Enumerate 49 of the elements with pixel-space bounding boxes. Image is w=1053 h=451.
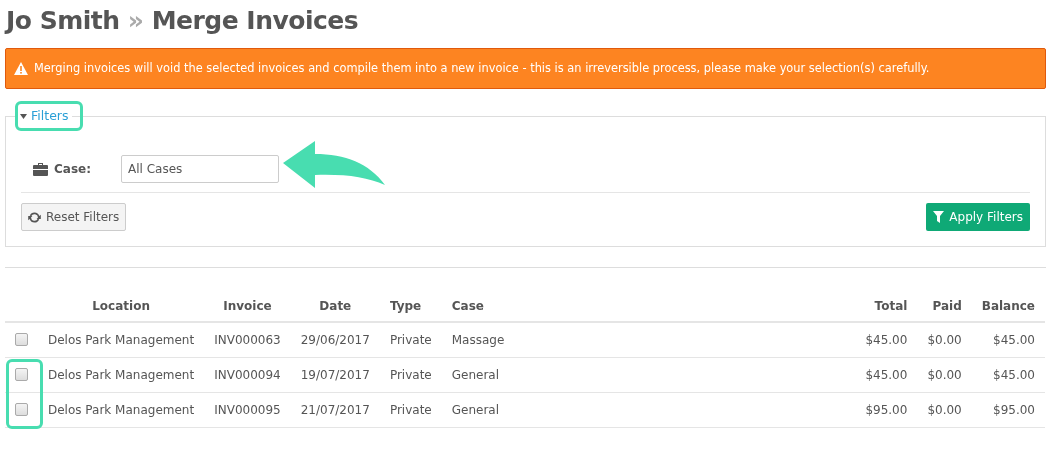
table-cell: General [441, 357, 856, 392]
table-cell: Massage [441, 322, 856, 357]
table-cell: INV000094 [204, 357, 291, 392]
table-cell: Delos Park Management [38, 357, 205, 392]
filter-icon [933, 211, 945, 223]
table-cell: $0.00 [917, 392, 972, 427]
row-checkbox[interactable] [15, 403, 28, 416]
table-cell: $0.00 [917, 357, 972, 392]
table-cell: Delos Park Management [38, 392, 205, 427]
row-checkbox[interactable] [15, 368, 28, 381]
row-checkbox[interactable] [15, 333, 28, 347]
warning-icon [14, 62, 28, 75]
column-header: Paid [917, 291, 972, 322]
case-field[interactable]: All Cases [121, 155, 279, 183]
table-cell: $0.00 [917, 322, 972, 357]
reset-filters-button[interactable]: Reset Filters [21, 203, 127, 231]
table-cell: $45.00 [855, 357, 918, 392]
highlight-frame [15, 101, 83, 131]
table-cell: INV000095 [204, 392, 291, 427]
table-cell: $45.00 [971, 322, 1045, 357]
column-header: Date [290, 291, 380, 322]
table-cell: $45.00 [855, 322, 918, 357]
table-cell: INV000063 [204, 322, 291, 357]
table-cell: $95.00 [855, 392, 918, 427]
refresh-icon [28, 210, 41, 224]
table-cell: $45.00 [971, 357, 1045, 392]
table-cell: General [441, 392, 856, 427]
column-header: Balance [971, 291, 1045, 322]
table-cell: Private [379, 357, 442, 392]
caret-icon [20, 113, 27, 119]
table-cell: Private [379, 392, 442, 427]
alert-message: Merging invoices will void the selected invoices and compile them into a new invoice - this is an irreversible process, please make your selection(s) carefully. [34, 60, 930, 77]
table-cell: 21/07/2017 [290, 392, 380, 427]
breadcrumb-separator: » [127, 6, 144, 35]
highlight-frame [6, 359, 43, 429]
table-cell: 29/06/2017 [290, 322, 380, 357]
column-header: Total [855, 291, 918, 322]
table-cell: $95.00 [971, 392, 1045, 427]
column-header: Case [441, 291, 856, 322]
client-name: Jo Smith [6, 6, 120, 35]
table-cell: Delos Park Management [38, 322, 205, 357]
column-header: Invoice [204, 291, 291, 322]
table-cell: 19/07/2017 [290, 357, 380, 392]
briefcase-icon [33, 162, 48, 176]
page-heading: Merge Invoices [151, 6, 359, 35]
column-header: Location [38, 291, 205, 322]
case-label: Case: [54, 161, 92, 178]
column-header: Type [379, 291, 442, 322]
table-cell: Private [379, 322, 442, 357]
